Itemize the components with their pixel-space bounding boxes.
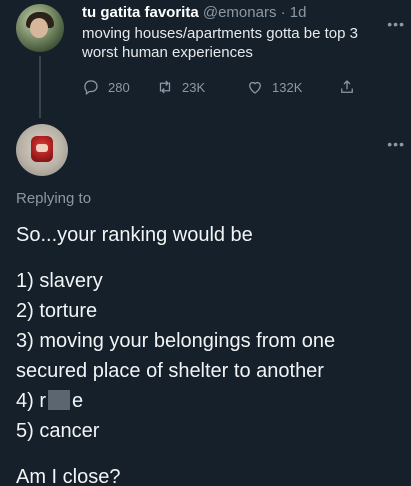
- reply-line: Am I close?: [16, 466, 121, 486]
- retweet-icon: [159, 80, 171, 94]
- avatar-face: [30, 18, 48, 38]
- display-name[interactable]: tu gatita favorita: [82, 4, 199, 21]
- handle[interactable]: @emonars: [203, 4, 277, 21]
- more-icon[interactable]: •••: [387, 16, 405, 32]
- share-button[interactable]: [338, 78, 368, 96]
- avatar[interactable]: [16, 4, 64, 52]
- tweet-actions: 280 23K 132K: [82, 76, 382, 98]
- reply-avatar[interactable]: [16, 124, 68, 176]
- like-button[interactable]: 132K: [246, 78, 338, 96]
- tweet-body: tu gatita favorita @emonars · 1d moving …: [82, 4, 402, 62]
- thread-line: [39, 56, 41, 118]
- reply-line: So...your ranking would be: [16, 224, 253, 246]
- reply-count: 280: [108, 79, 130, 95]
- reply-line: 2) torture: [16, 300, 98, 322]
- reply-line: secured place of shelter to another: [16, 360, 324, 382]
- reply-line-part: e: [72, 390, 84, 412]
- retweet-button[interactable]: 23K: [156, 78, 246, 96]
- avatar-image: [31, 136, 53, 162]
- reply-line: 3) moving your belongings from one: [16, 330, 336, 352]
- reply-more-icon[interactable]: •••: [387, 136, 405, 152]
- like-count: 132K: [272, 79, 303, 95]
- redaction-bar: [48, 390, 70, 410]
- tweet-text: moving houses/apartments gotta be top 3 …: [82, 25, 359, 61]
- original-tweet[interactable]: tu gatita favorita @emonars · 1d moving …: [0, 0, 411, 118]
- reply-line-redacted: 4) r e: [16, 386, 406, 416]
- replying-to-label[interactable]: Replying to: [16, 190, 91, 207]
- reply-text: So...your ranking would be 1) slavery 2)…: [16, 220, 406, 486]
- reply-line-part: 4) r: [16, 390, 46, 412]
- reply-line: 5) cancer: [16, 420, 100, 442]
- reply-icon: [84, 80, 98, 96]
- reply-line: 1) slavery: [16, 270, 103, 292]
- share-icon: [341, 80, 353, 93]
- timestamp[interactable]: · 1d: [281, 4, 307, 21]
- like-icon: [249, 81, 261, 94]
- retweet-count: 23K: [182, 79, 206, 95]
- reply-button[interactable]: 280: [82, 78, 156, 96]
- tweet-header: tu gatita favorita @emonars · 1d: [82, 4, 402, 22]
